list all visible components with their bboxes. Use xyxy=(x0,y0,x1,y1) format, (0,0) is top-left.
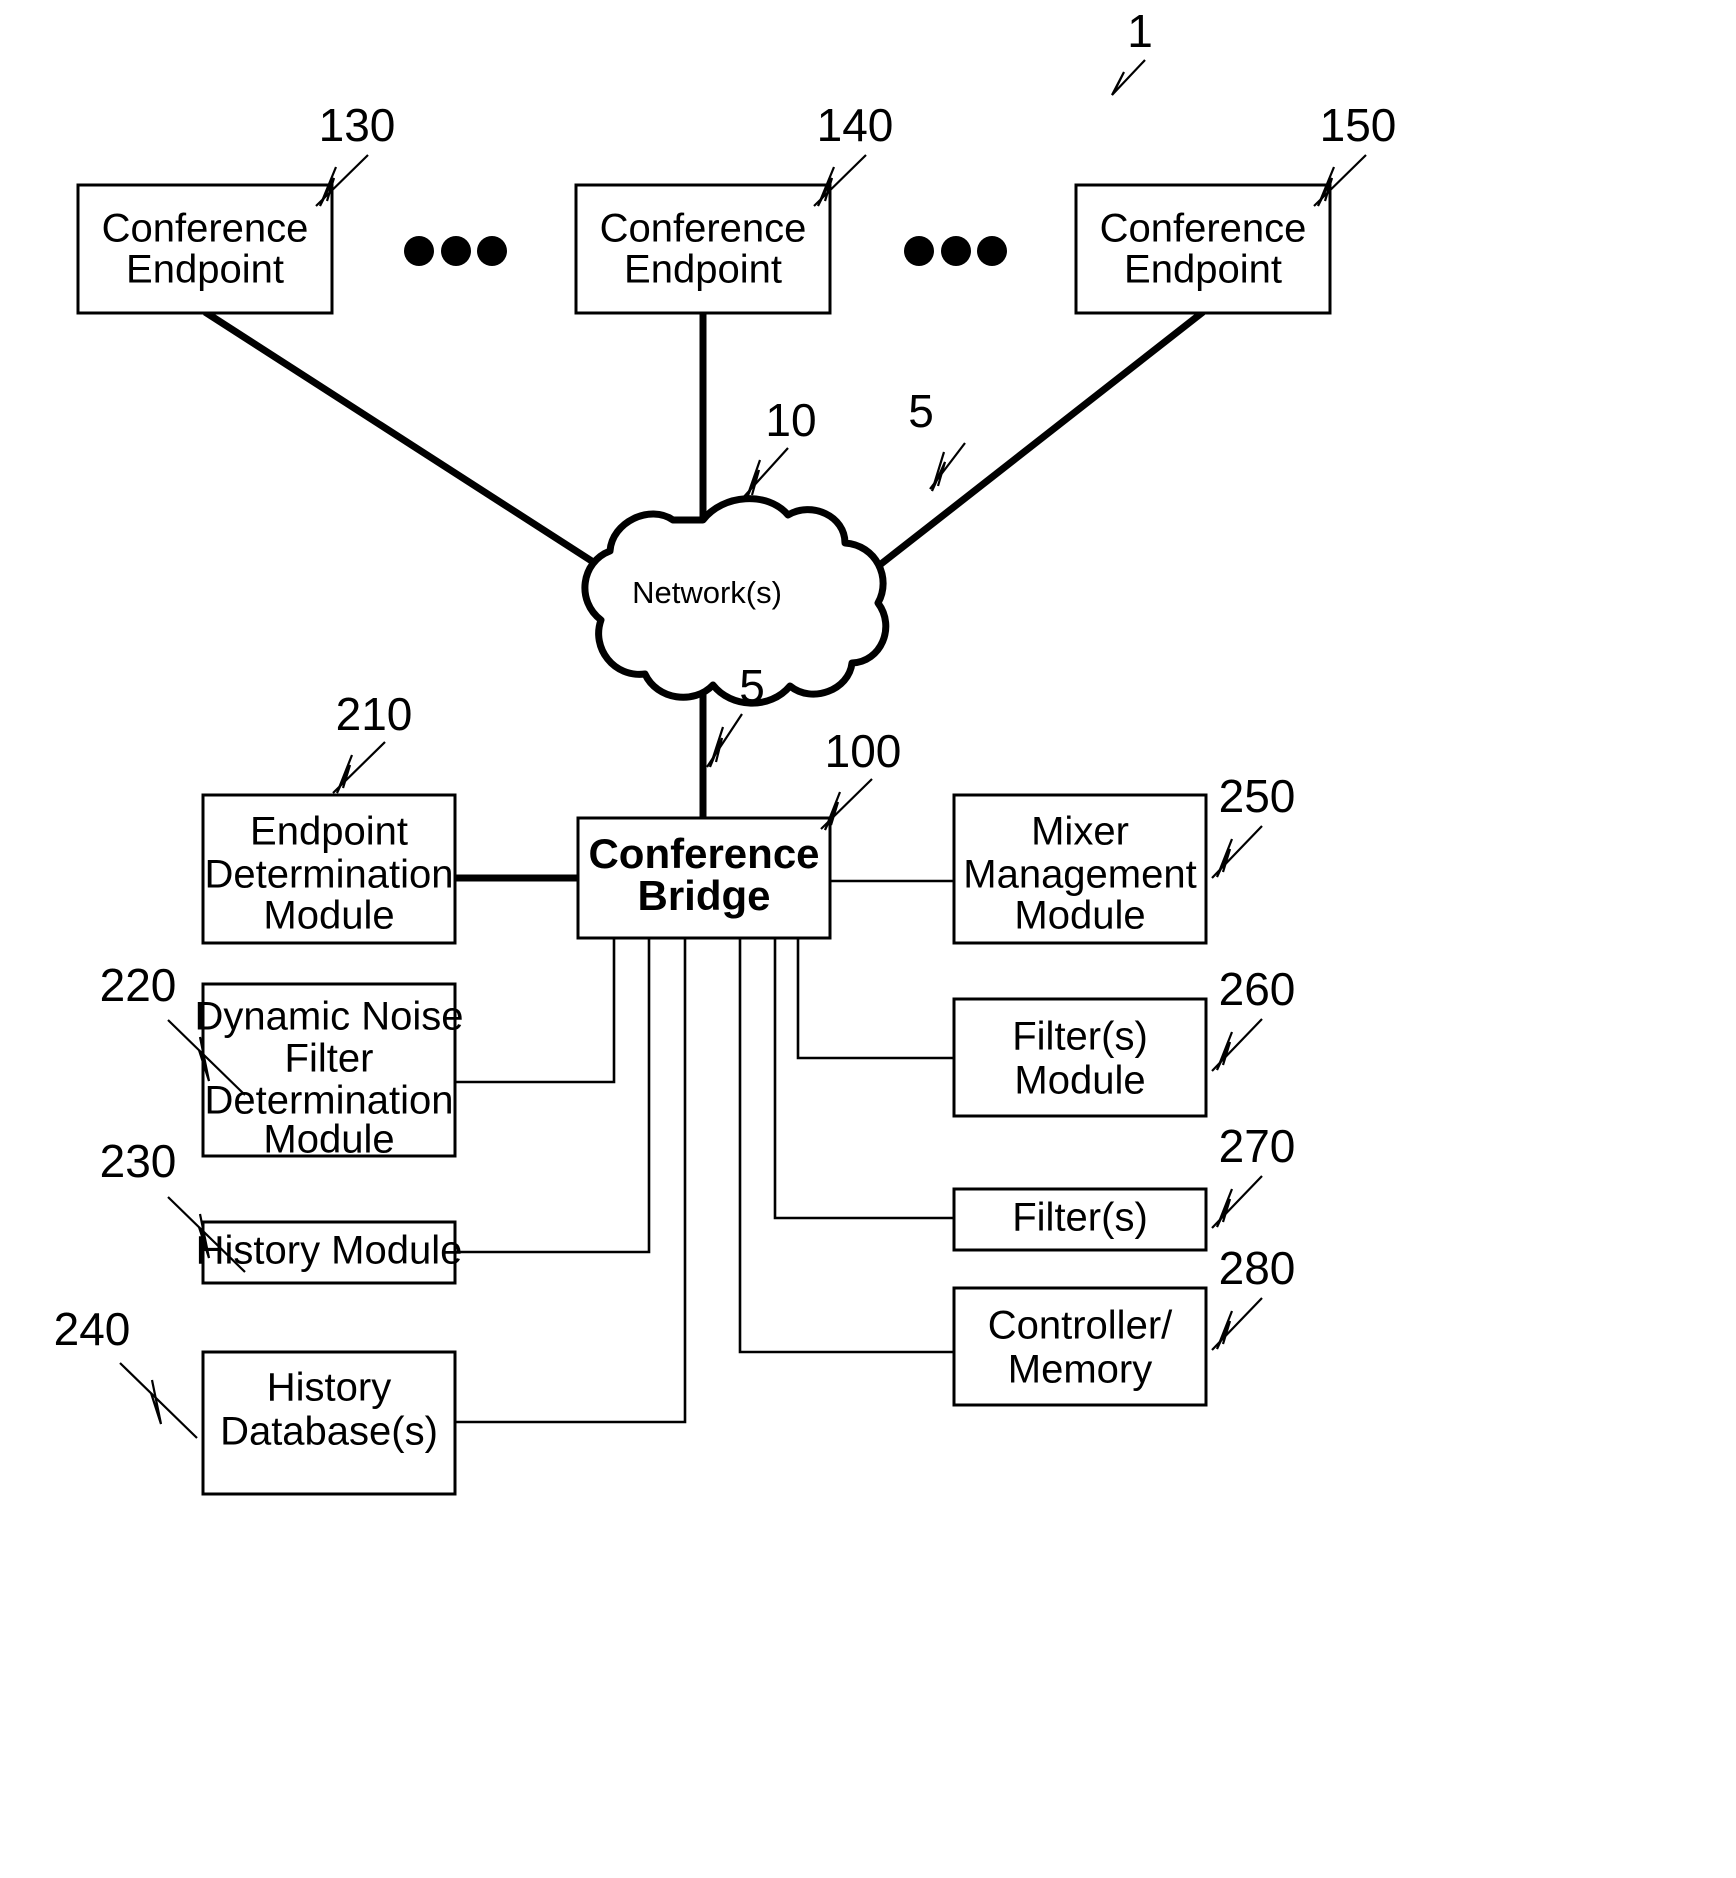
network-cloud-label: Network(s) xyxy=(632,575,782,610)
filters-module-label-line2: Module xyxy=(1014,1059,1145,1103)
mixer-management-module-label-line3: Module xyxy=(1014,894,1145,938)
ref-num-5-bottom: 5 xyxy=(739,660,765,712)
endpoint-determination-module-label-line3: Module xyxy=(263,894,394,938)
conference-endpoint-150-label-line2: Endpoint xyxy=(1124,248,1282,292)
mixer-management-module[interactable]: Mixer Management Module xyxy=(952,793,1208,945)
filters[interactable]: Filter(s) xyxy=(952,1187,1208,1252)
conference-endpoint-140-label-line2: Endpoint xyxy=(624,248,782,292)
endpoint-determination-module-label-line1: Endpoint xyxy=(250,810,408,854)
figure-canvas: Conference Endpoint Conference Endpoint … xyxy=(54,5,1397,1496)
filters-label: Filter(s) xyxy=(1012,1196,1148,1240)
dynamic-noise-filter-label-line2: Filter xyxy=(285,1037,374,1081)
filters-module-label-line1: Filter(s) xyxy=(1012,1015,1148,1059)
ref-num-250: 250 xyxy=(1219,770,1296,822)
history-database-label-line1: History xyxy=(267,1366,391,1410)
ref-num-5-right: 5 xyxy=(908,385,934,437)
ref-callout-5-right: 5 xyxy=(908,385,966,492)
patent-figure: Conference Endpoint Conference Endpoint … xyxy=(0,0,1736,1878)
ref-callout-280: 280 xyxy=(1211,1242,1296,1351)
ref-callout-240: 240 xyxy=(54,1303,198,1439)
dynamic-noise-filter-determination-module[interactable]: Dynamic Noise Filter Determination Modul… xyxy=(195,982,464,1162)
ref-num-140: 140 xyxy=(817,99,894,151)
conference-bridge-label-line2: Bridge xyxy=(637,872,770,919)
ref-num-220: 220 xyxy=(100,959,177,1011)
mixer-management-module-label-line2: Management xyxy=(963,853,1196,897)
ref-callout-130: 130 xyxy=(315,99,396,207)
ref-callout-270: 270 xyxy=(1211,1120,1296,1229)
ref-callout-140: 140 xyxy=(813,99,894,207)
ref-num-130: 130 xyxy=(319,99,396,151)
history-database-label-line2: Database(s) xyxy=(220,1410,438,1454)
controller-memory[interactable]: Controller/ Memory xyxy=(952,1286,1208,1407)
dynamic-noise-filter-label-line3: Determination xyxy=(204,1079,453,1123)
link-endpoint150-to-network xyxy=(832,309,1206,603)
ref-callout-260: 260 xyxy=(1211,963,1296,1072)
conference-endpoint-150-label-line1: Conference xyxy=(1100,207,1307,251)
conference-endpoint-130-label-line1: Conference xyxy=(102,207,309,251)
ref-callout-250: 250 xyxy=(1211,770,1296,879)
ellipsis-right xyxy=(904,236,1007,266)
ref-num-260: 260 xyxy=(1219,963,1296,1015)
endpoint-determination-module[interactable]: Endpoint Determination Module xyxy=(201,793,457,945)
ref-callout-10: 10 xyxy=(740,394,817,501)
ellipsis-left xyxy=(404,236,507,266)
dynamic-noise-filter-label-line4: Module xyxy=(263,1118,394,1162)
link-history-module-to-bridge xyxy=(455,938,651,1254)
link-controller-memory-to-bridge xyxy=(738,938,954,1354)
ref-num-1: 1 xyxy=(1127,5,1153,57)
ref-num-10: 10 xyxy=(765,394,816,446)
ref-callout-210: 210 xyxy=(332,688,413,794)
ref-callout-1: 1 xyxy=(1111,5,1153,96)
link-dynamic-noise-filter-to-bridge xyxy=(455,938,616,1084)
ref-num-280: 280 xyxy=(1219,1242,1296,1294)
ref-callout-150: 150 xyxy=(1313,99,1397,207)
controller-memory-label-line2: Memory xyxy=(1008,1348,1152,1392)
conference-endpoint-140-label-line1: Conference xyxy=(600,207,807,251)
link-filters-module-to-bridge xyxy=(796,938,954,1060)
history-database[interactable]: History Database(s) xyxy=(201,1350,457,1496)
ref-num-210: 210 xyxy=(336,688,413,740)
controller-memory-label-line1: Controller/ xyxy=(988,1304,1173,1348)
history-module[interactable]: History Module xyxy=(196,1220,463,1285)
conference-endpoint-130[interactable]: Conference Endpoint xyxy=(76,183,334,315)
ref-callout-100: 100 xyxy=(820,725,902,831)
conference-endpoint-150[interactable]: Conference Endpoint xyxy=(1074,183,1332,315)
ref-num-240: 240 xyxy=(54,1303,131,1355)
network-cloud[interactable]: Network(s) xyxy=(581,495,890,707)
ref-num-150: 150 xyxy=(1320,99,1397,151)
conference-endpoint-130-label-line2: Endpoint xyxy=(126,248,284,292)
history-module-label: History Module xyxy=(196,1229,463,1273)
dynamic-noise-filter-label-line1: Dynamic Noise xyxy=(195,995,464,1039)
ref-num-270: 270 xyxy=(1219,1120,1296,1172)
ref-num-230: 230 xyxy=(100,1135,177,1187)
conference-bridge[interactable]: Conference Bridge xyxy=(576,816,832,940)
mixer-management-module-label-line1: Mixer xyxy=(1031,810,1129,854)
ref-num-100: 100 xyxy=(825,725,902,777)
endpoint-determination-module-label-line2: Determination xyxy=(204,853,453,897)
filters-module[interactable]: Filter(s) Module xyxy=(952,997,1208,1118)
conference-endpoint-140[interactable]: Conference Endpoint xyxy=(574,183,832,315)
conference-bridge-label-line1: Conference xyxy=(588,830,819,877)
link-filters-270-to-bridge xyxy=(773,938,954,1220)
link-history-database-to-bridge xyxy=(455,938,687,1424)
